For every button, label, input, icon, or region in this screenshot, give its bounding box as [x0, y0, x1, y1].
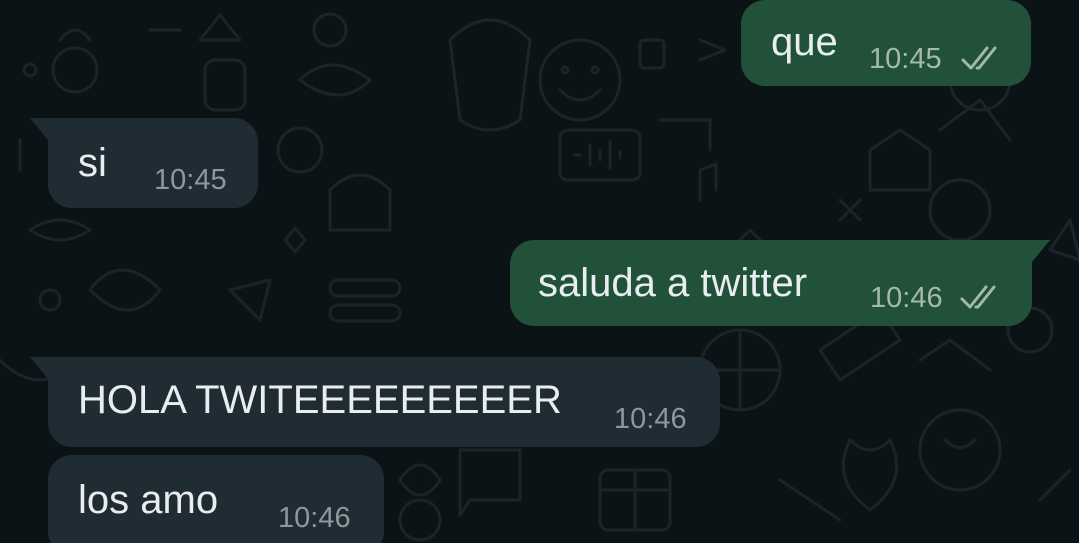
- bubble-tail: [30, 118, 48, 140]
- message-bubble-incoming[interactable]: si 10:45: [30, 118, 258, 208]
- message-bubble-outgoing[interactable]: saluda a twitter 10:46: [510, 240, 1050, 326]
- message-timestamp: 10:45: [154, 164, 227, 196]
- double-check-icon: [960, 285, 996, 309]
- message-timestamp: 10:45: [869, 43, 942, 75]
- message-text: si: [78, 141, 107, 185]
- bubble-tail: [30, 357, 48, 379]
- message-text: saluda a twitter: [538, 261, 808, 305]
- message-bubble-outgoing[interactable]: que 10:45: [741, 0, 1031, 86]
- chat-conversation: que 10:45 si 10:45 saluda a twitter 10:4…: [0, 0, 1079, 543]
- message-text: que: [771, 20, 838, 64]
- message-timestamp: 10:46: [614, 403, 687, 435]
- double-check-icon: [961, 46, 997, 70]
- message-bubble-incoming[interactable]: los amo 10:46: [48, 455, 384, 543]
- message-bubble-incoming[interactable]: HOLA TWITEEEEEEEEER 10:46: [30, 357, 720, 447]
- message-timestamp: 10:46: [278, 502, 351, 534]
- message-text: los amo: [78, 478, 219, 522]
- message-text: HOLA TWITEEEEEEEEER: [78, 378, 562, 422]
- bubble-tail: [1032, 240, 1050, 262]
- message-timestamp: 10:46: [870, 282, 943, 314]
